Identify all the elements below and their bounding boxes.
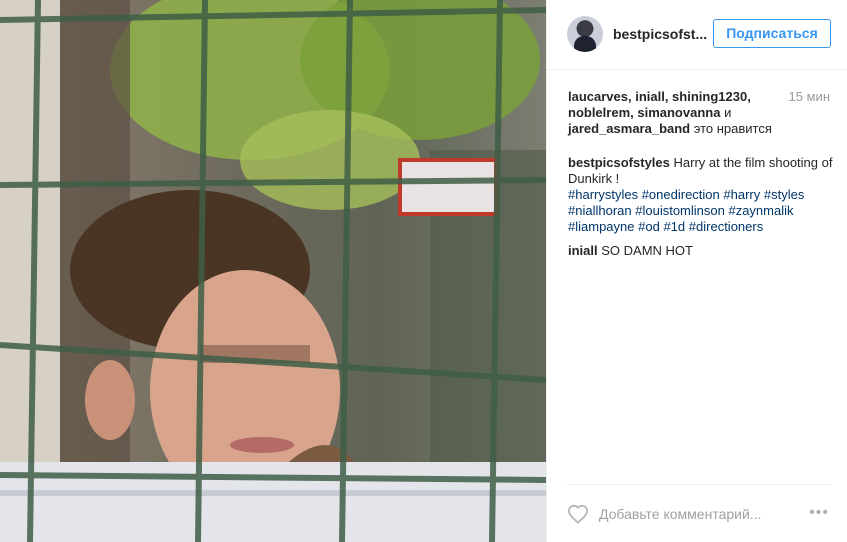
username-link[interactable]: bestpicsofst... [613,26,713,42]
caption-author-link[interactable]: bestpicsofstyles [568,155,670,170]
post-caption: bestpicsofstyles Harry at the film shoot… [568,155,833,235]
follow-button[interactable]: Подписаться [713,19,831,48]
avatar[interactable] [567,16,603,52]
post-footer: ••• [567,484,831,542]
post-side-panel: bestpicsofst... Подписаться laucarves, i… [546,0,847,542]
comment-input[interactable] [599,505,789,523]
post-photo[interactable] [0,0,546,542]
hashtag-link[interactable]: #directioners [689,219,763,234]
hashtag-link[interactable]: #louistomlinson [635,203,725,218]
comment-item: iniall SO DAMN HOT [568,243,833,259]
more-options-icon[interactable]: ••• [809,505,829,521]
hashtag-link[interactable]: #harrystyles [568,187,638,202]
comment-author-link[interactable]: iniall [568,243,598,258]
likes-suffix: это нравится [693,121,772,136]
photo-image [0,0,546,542]
hashtag-link[interactable]: #1d [663,219,685,234]
comment-text: SO DAMN HOT [601,243,693,258]
likes-conjunction: и [724,105,732,120]
hashtag-link[interactable]: #liampayne [568,219,635,234]
likes-summary: laucarves, iniall, shining1230, noblelre… [568,89,783,137]
hashtag-link[interactable]: #zaynmalik [728,203,793,218]
post-header: bestpicsofst... Подписаться [547,0,847,70]
hashtag-link[interactable]: #onedirection [642,187,720,202]
heart-icon[interactable] [567,504,589,524]
hashtag-link[interactable]: #styles [764,187,804,202]
hashtag-link[interactable]: #harry [723,187,760,202]
last-liker-link[interactable]: jared_asmara_band [568,121,690,136]
hashtag-link[interactable]: #niallhoran [568,203,632,218]
instagram-post: bestpicsofst... Подписаться laucarves, i… [0,0,847,542]
hashtag-list: #harrystyles #onedirection #harry #style… [568,187,833,235]
hashtag-link[interactable]: #od [638,219,660,234]
post-timestamp[interactable]: 15 мин [789,89,830,104]
